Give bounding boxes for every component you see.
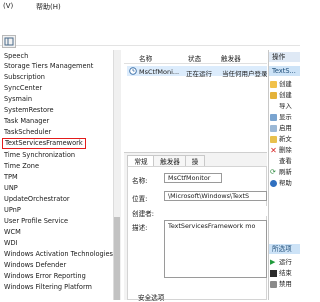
actions-section-folder[interactable]: TextS... xyxy=(269,66,300,76)
new-folder-icon xyxy=(270,135,277,143)
tree-item-tpm[interactable]: TPM xyxy=(4,173,18,182)
refresh-icon: ⟳ xyxy=(270,167,276,176)
display-icon xyxy=(270,113,277,121)
column-header-trigger[interactable]: 触发器 xyxy=(221,53,241,63)
tree-item-time-zone[interactable]: Time Zone xyxy=(4,162,39,171)
import-icon xyxy=(270,102,277,110)
location-label: 位置: xyxy=(132,195,148,203)
name-field[interactable]: MsCtfMonitor xyxy=(164,173,222,183)
tree-item-storage-tiers[interactable]: Storage Tiers Management xyxy=(4,62,93,71)
menu-view[interactable]: (V) xyxy=(3,2,13,10)
tree-item-textservicesframework[interactable]: TextServicesFramework xyxy=(2,138,86,149)
name-label: 名称: xyxy=(132,177,148,185)
tree-item-updateorchestrator[interactable]: UpdateOrchestrator xyxy=(4,195,70,204)
enable-history-icon xyxy=(270,124,277,132)
action-create-basic-task[interactable]: 创建 xyxy=(270,79,292,89)
action-disable[interactable]: 禁用 xyxy=(270,279,292,289)
menu-help[interactable]: 帮助(H) xyxy=(36,2,61,12)
tree-item-windows-filtering-platform[interactable]: Windows Filtering Platform xyxy=(4,283,92,292)
tree-item-windows-defender[interactable]: Windows Defender xyxy=(4,261,66,270)
tree-item-windows-error-reporting[interactable]: Windows Error Reporting xyxy=(4,272,86,281)
tree-item-task-manager[interactable]: Task Manager xyxy=(4,117,49,126)
action-run[interactable]: ▶ 运行 xyxy=(270,257,292,267)
console-tree-toggle-button[interactable] xyxy=(2,35,16,48)
action-end[interactable]: 结束 xyxy=(270,268,292,278)
description-label: 描述: xyxy=(132,224,148,232)
action-view[interactable]: 查看 xyxy=(270,156,292,166)
tree-item-speech[interactable]: Speech xyxy=(4,52,28,61)
tree-item-taskscheduler[interactable]: TaskScheduler xyxy=(4,128,51,137)
actions-header: 操作 xyxy=(269,52,300,62)
tree-item-wdi[interactable]: WDI xyxy=(4,239,18,248)
tree-item-unp[interactable]: UNP xyxy=(4,184,18,193)
action-delete-folder[interactable]: ✕ 删除 xyxy=(270,145,292,155)
tree-item-time-synchronization[interactable]: Time Synchronization xyxy=(4,151,75,160)
task-list: 名称 状态 触发器 xyxy=(124,50,267,150)
action-help[interactable]: 帮助 xyxy=(270,178,292,188)
run-icon: ▶ xyxy=(270,257,276,266)
task-status-cell: 正在运行 xyxy=(186,70,212,78)
action-new-folder[interactable]: 新文 xyxy=(270,134,292,144)
disable-icon xyxy=(270,280,277,288)
delete-icon: ✕ xyxy=(270,145,277,155)
security-options-label: 安全选项 xyxy=(138,294,165,302)
column-header-name[interactable]: 名称 xyxy=(139,53,152,63)
view-icon xyxy=(270,157,277,165)
menu-bar: (V) 帮助(H) xyxy=(0,0,300,14)
tree-item-upnp[interactable]: UPnP xyxy=(4,206,21,215)
actions-section-selected[interactable]: 所选项 xyxy=(269,244,300,254)
action-refresh[interactable]: ⟳ 刷新 xyxy=(270,167,292,177)
create-task-icon xyxy=(270,91,277,99)
tree-item-subscription[interactable]: Subscription xyxy=(4,73,45,82)
tree-item-windows-activation[interactable]: Windows Activation Technologies xyxy=(4,250,113,259)
action-display-running[interactable]: 显示 xyxy=(270,112,292,122)
tree-scrollbar-thumb[interactable] xyxy=(114,217,120,300)
tree-item-sysmain[interactable]: Sysmain xyxy=(4,95,32,104)
toolbar xyxy=(0,14,300,48)
tree-item-systemrestore[interactable]: SystemRestore xyxy=(4,106,54,115)
task-name-cell: MsCtfMoni... xyxy=(139,68,180,76)
action-create-task[interactable]: 创建 xyxy=(270,90,292,100)
task-trigger-cell: 当任何用户登录时 xyxy=(222,70,267,78)
console-tree-icon xyxy=(4,37,14,46)
end-icon xyxy=(270,269,277,277)
list-header-divider xyxy=(124,63,267,64)
tree-item-synccenter[interactable]: SyncCenter xyxy=(4,84,42,93)
location-field[interactable]: \Microsoft\Windows\TextS xyxy=(164,191,267,201)
author-field[interactable] xyxy=(164,206,267,216)
tree-item-wcm[interactable]: WCM xyxy=(4,228,21,237)
description-field[interactable]: TextServicesFramework mo xyxy=(164,220,267,278)
action-enable-history[interactable]: 启用 xyxy=(270,123,292,133)
action-import[interactable]: 导入 xyxy=(270,101,292,111)
tree-item-user-profile-service[interactable]: User Profile Service xyxy=(4,217,68,226)
task-folder-tree: Speech Storage Tiers Management Subscrip… xyxy=(0,50,121,300)
task-clock-icon xyxy=(129,67,137,75)
help-icon xyxy=(270,179,277,187)
column-header-status[interactable]: 状态 xyxy=(188,53,201,63)
author-label: 创建者: xyxy=(132,210,155,218)
create-basic-task-icon xyxy=(270,80,277,88)
